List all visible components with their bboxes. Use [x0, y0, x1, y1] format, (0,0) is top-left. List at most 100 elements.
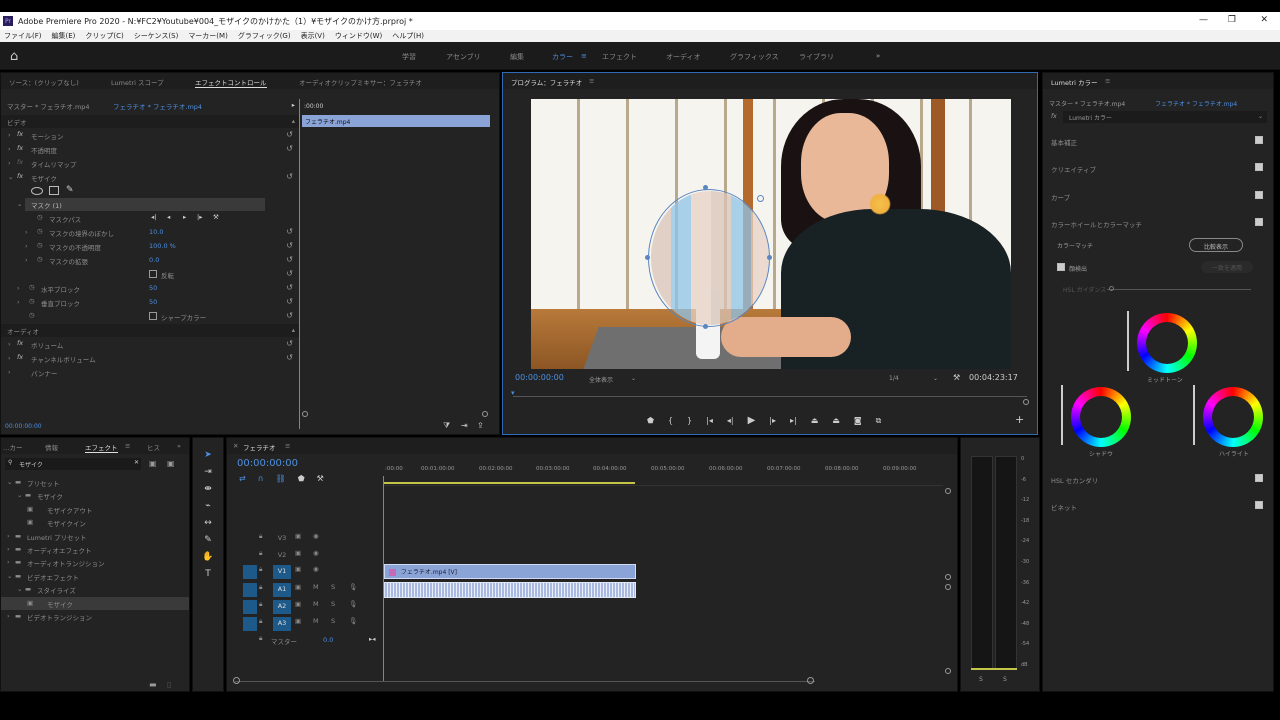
- goto-out-icon[interactable]: ▸|: [790, 416, 797, 425]
- fx-icon[interactable]: fx: [17, 339, 23, 347]
- source-patch-v1[interactable]: [243, 565, 257, 579]
- reset-icon[interactable]: ↺: [286, 172, 293, 181]
- mask-handle-icon[interactable]: [703, 324, 708, 329]
- h-blocks-value[interactable]: 50: [149, 284, 157, 292]
- eye-icon[interactable]: ◉: [313, 549, 319, 557]
- ws-more-icon[interactable]: »: [876, 52, 880, 60]
- menu-sequence[interactable]: シーケンス(S): [134, 31, 179, 41]
- stopwatch-icon[interactable]: ◷: [37, 213, 43, 221]
- track-label[interactable]: V2: [275, 551, 289, 559]
- timeline-settings-icon[interactable]: ⚒: [317, 474, 324, 483]
- clear-icon[interactable]: ✕: [134, 459, 139, 466]
- tab-lumetri-color[interactable]: Lumetri カラー: [1051, 77, 1098, 87]
- tab-audio-mixer[interactable]: オーディオクリップミキサー：フェラチオ: [299, 77, 422, 87]
- vscroll-top-icon[interactable]: [945, 488, 951, 494]
- reset-icon[interactable]: ↺: [286, 283, 293, 292]
- chevron-right-icon[interactable]: ›: [8, 368, 11, 376]
- effects-tree-item[interactable]: › ▬ オーディオトランジション: [1, 556, 189, 569]
- mask-ellipse[interactable]: [648, 189, 770, 327]
- shadow-wheel[interactable]: [1071, 387, 1131, 447]
- effects-tree-item[interactable]: ⌄ ▬ スタイライズ: [1, 583, 189, 596]
- mic-icon[interactable]: 🎙︎: [349, 600, 357, 608]
- step-back-icon[interactable]: ◂|: [727, 416, 734, 425]
- collapse-icon[interactable]: ▴: [292, 326, 295, 334]
- source-patch-a3[interactable]: [243, 617, 257, 631]
- menu-graphics[interactable]: グラフィック(G): [238, 31, 291, 41]
- chevron-right-icon[interactable]: ›: [8, 145, 11, 153]
- camera-icon[interactable]: ◙: [854, 416, 862, 425]
- ws-libraries[interactable]: ライブラリ: [799, 52, 834, 62]
- ws-effects[interactable]: エフェクト: [602, 52, 637, 62]
- extract-icon[interactable]: ⏏: [832, 416, 840, 425]
- vscroll-mid-icon[interactable]: [945, 574, 951, 580]
- video-clip[interactable]: フェラチオ.mp4 [V]: [384, 564, 636, 579]
- chevron-down-icon[interactable]: ⌄: [8, 173, 13, 181]
- section-vignette-checkbox[interactable]: [1255, 501, 1263, 509]
- hscroll-right-icon[interactable]: [807, 677, 814, 684]
- stopwatch-icon[interactable]: ◷: [29, 297, 35, 305]
- ws-assembly[interactable]: アセンブリ: [446, 52, 481, 62]
- section-basic[interactable]: 基本補正: [1043, 135, 1273, 148]
- ec-clip-bar[interactable]: フェラチオ.mp4: [302, 115, 490, 127]
- home-icon[interactable]: ⌂: [10, 49, 18, 64]
- section-curves[interactable]: カーブ: [1043, 190, 1273, 203]
- slip-tool-icon[interactable]: ↔: [204, 518, 212, 528]
- sync-lock-icon[interactable]: ▣: [295, 532, 301, 540]
- mute-icon[interactable]: M: [313, 583, 319, 591]
- effects-search-input[interactable]: ⚲ モザイク ✕: [5, 458, 141, 470]
- vscroll-mid-icon[interactable]: [945, 584, 951, 590]
- mask-expansion-value[interactable]: 0.0: [149, 256, 159, 264]
- effects-tree-item[interactable]: ▣ モザイクイン: [1, 516, 189, 529]
- effects-tree-item[interactable]: ▣ モザイクアウト: [1, 503, 189, 516]
- program-scrub-bar[interactable]: [513, 391, 1027, 397]
- effects-tree-item[interactable]: ⌄ ▬ プリセット: [1, 476, 189, 489]
- pen-icon[interactable]: ✎: [66, 185, 74, 195]
- menu-window[interactable]: ウィンドウ(W): [335, 31, 382, 41]
- chevron-down-icon[interactable]: ›: [7, 545, 10, 553]
- ws-audio[interactable]: オーディオ: [666, 52, 701, 62]
- quality-select[interactable]: 1/4: [889, 375, 899, 382]
- track-prev-icon[interactable]: ◂: [167, 213, 170, 221]
- fx-icon[interactable]: fx: [17, 172, 23, 180]
- mute-icon[interactable]: M: [313, 600, 319, 608]
- maximize-icon[interactable]: ❐: [1228, 15, 1236, 25]
- reset-icon[interactable]: ↺: [286, 297, 293, 306]
- effect-preset-icon[interactable]: ▣: [27, 505, 33, 513]
- nest-icon[interactable]: ⇄: [239, 474, 246, 483]
- tab-more-icon[interactable]: »: [177, 442, 181, 450]
- lock-icon[interactable]: 🔒︎: [259, 634, 262, 643]
- track-back-icon[interactable]: ◂|: [151, 213, 156, 221]
- tab-effects[interactable]: エフェクト: [85, 442, 118, 453]
- effect-opacity[interactable]: › fx 不透明度 ↺: [1, 143, 299, 156]
- chevron-right-icon[interactable]: ›: [25, 256, 28, 264]
- hscroll-left-icon[interactable]: [233, 677, 240, 684]
- lock-icon[interactable]: 🔒︎: [259, 549, 262, 558]
- shadow-slider[interactable]: [1061, 385, 1063, 445]
- eye-icon[interactable]: ◉: [313, 565, 319, 573]
- tab-lumetri-scopes[interactable]: Lumetri スコープ: [111, 77, 164, 87]
- chevron-right-icon[interactable]: ›: [8, 354, 11, 362]
- effect-volume[interactable]: › fx ボリューム ↺: [1, 338, 299, 351]
- reset-icon[interactable]: ↺: [286, 269, 293, 278]
- sync-lock-icon[interactable]: ▣: [295, 565, 301, 573]
- chevron-right-icon[interactable]: ›: [17, 298, 20, 306]
- solo-left[interactable]: S: [979, 676, 983, 683]
- hsl-guidance-slider[interactable]: [1107, 289, 1251, 290]
- chevron-right-icon[interactable]: ›: [25, 228, 28, 236]
- chevron-down-icon[interactable]: ⌄: [17, 585, 22, 593]
- selection-tool-icon[interactable]: ➤: [204, 450, 212, 460]
- effects-tree-item[interactable]: ▣ モザイク: [1, 596, 189, 610]
- video-frame[interactable]: [531, 99, 1011, 369]
- clip-label[interactable]: フェラチオ * フェラチオ.mp4: [113, 101, 202, 111]
- play-only-icon[interactable]: ▸: [292, 101, 295, 109]
- effects-tree-item[interactable]: › ▬ オーディオエフェクト: [1, 543, 189, 556]
- lock-icon[interactable]: 🔒︎: [259, 565, 262, 574]
- solo-icon[interactable]: S: [331, 600, 335, 608]
- fx-icon[interactable]: fx: [17, 353, 23, 361]
- mask-opacity-value[interactable]: 100.0 %: [149, 242, 176, 250]
- effects-tree-item[interactable]: ⌄ ▬ ビデオエフェクト: [1, 570, 189, 583]
- reset-icon[interactable]: ↺: [286, 227, 293, 236]
- fx-icon[interactable]: fx: [17, 130, 23, 138]
- effect-motion[interactable]: › fx モーション ↺: [1, 129, 299, 142]
- menu-edit[interactable]: 編集(E): [52, 31, 76, 41]
